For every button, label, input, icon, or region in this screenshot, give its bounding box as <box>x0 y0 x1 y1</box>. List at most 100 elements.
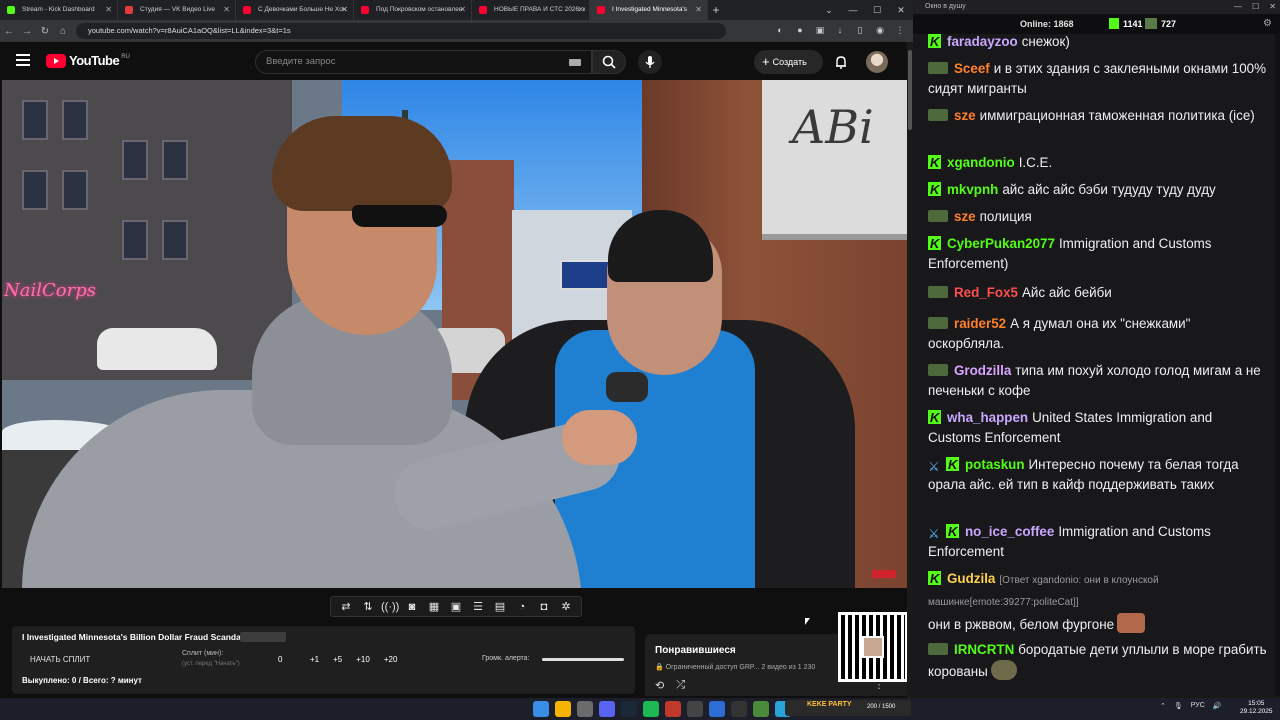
maximize-icon[interactable]: ☐ <box>865 0 889 20</box>
extension-icon[interactable]: ● <box>793 23 807 37</box>
broadcast-icon[interactable]: ((·)) <box>381 601 399 613</box>
chrome-icon[interactable] <box>555 701 571 717</box>
voice-search-button[interactable] <box>638 50 662 74</box>
add-20-button[interactable]: +20 <box>384 655 398 664</box>
speed-icon[interactable]: ◔ <box>513 601 531 613</box>
chat-username[interactable]: Gudzila <box>947 571 995 586</box>
download-icon[interactable]: ↓ <box>833 23 847 37</box>
forward-icon[interactable]: → <box>18 26 36 37</box>
tab-youtube-1[interactable]: С Девочками Больше Не Хоч ✕ <box>236 0 354 20</box>
sort-icon[interactable]: ⇅ <box>359 600 377 613</box>
tab-kick-dashboard[interactable]: Stream - Kick Dashboard ✕ <box>0 0 118 20</box>
reload-icon[interactable]: ↻ <box>36 26 54 37</box>
split-min-field[interactable]: 0 <box>278 655 282 664</box>
app-icon[interactable] <box>687 701 703 717</box>
microphone-icon[interactable]: 🎙 <box>1174 702 1183 710</box>
chat-username[interactable]: CyberPukan2077 <box>947 236 1055 251</box>
steam-icon[interactable] <box>621 701 637 717</box>
obs-icon[interactable] <box>577 701 593 717</box>
video-player[interactable]: NailCorps ABi <box>2 80 907 588</box>
playlist-owner[interactable]: Ограниченный доступ GRP... <box>666 664 760 671</box>
extension-icon[interactable]: ◐ <box>773 23 787 37</box>
tab-search-icon[interactable]: ⌄ <box>817 0 841 20</box>
new-tab-button[interactable]: + <box>708 3 724 17</box>
extension-icon[interactable]: ▣ <box>813 23 827 37</box>
settings-icon[interactable]: ✲ <box>557 600 575 613</box>
chat-scrollbar[interactable] <box>1275 34 1280 696</box>
tray-expand-icon[interactable]: ⌃ <box>1160 702 1166 710</box>
app-icon[interactable] <box>731 701 747 717</box>
chat-username[interactable]: sze <box>954 209 976 224</box>
menu-icon[interactable] <box>16 54 30 66</box>
close-tab-icon[interactable]: ✕ <box>577 0 584 20</box>
chat-username[interactable]: sze <box>954 108 976 123</box>
profile-icon[interactable]: ◉ <box>873 23 887 37</box>
chat-username[interactable]: raider52 <box>954 316 1006 331</box>
close-window-icon[interactable]: ✕ <box>1269 0 1276 14</box>
kekw-party-widget[interactable]: KEKE PARTY 200 / 1500 <box>785 700 911 716</box>
home-icon[interactable]: ⌂ <box>54 26 72 37</box>
add-10-button[interactable]: +10 <box>356 655 370 664</box>
close-tab-icon[interactable]: ✕ <box>695 0 702 20</box>
chat-username[interactable]: wha_happen <box>947 410 1028 425</box>
discord-icon[interactable] <box>599 701 615 717</box>
keyboard-icon[interactable] <box>569 59 581 66</box>
playlist-title[interactable]: Понравившиеся <box>655 645 736 656</box>
chat-username[interactable]: faradayzoo <box>947 34 1018 49</box>
minimize-icon[interactable]: — <box>1234 0 1242 14</box>
notifications-icon[interactable] <box>833 54 849 70</box>
url-field[interactable]: youtube.com/watch?v=r8AuiCA1aOQ&list=LL&… <box>76 23 726 39</box>
start-split-button[interactable]: НАЧАТЬ СПЛИТ <box>30 655 90 664</box>
tab-vk-studio[interactable]: Студия — VK Видео Live ✕ <box>118 0 236 20</box>
spotify-icon[interactable] <box>643 701 659 717</box>
clip-icon[interactable]: ▤ <box>491 600 509 613</box>
youtube-logo[interactable]: YouTube RU <box>46 53 130 68</box>
back-icon[interactable]: ← <box>0 26 18 37</box>
shuffle-icon[interactable]: ⤮ <box>676 679 685 692</box>
chat-username[interactable]: no_ice_coffee <box>965 524 1054 539</box>
close-tab-icon[interactable]: ✕ <box>223 0 230 20</box>
alert-volume-slider[interactable] <box>542 658 624 661</box>
pip-icon[interactable]: ▣ <box>447 600 465 613</box>
chat-username[interactable]: Sceef <box>954 61 990 76</box>
app-icon[interactable] <box>709 701 725 717</box>
create-button[interactable]: + Создать <box>754 50 823 74</box>
menu-icon[interactable]: ⋮ <box>893 23 907 37</box>
settings-icon[interactable]: ⚙ <box>1263 18 1272 29</box>
search-button[interactable] <box>592 50 626 74</box>
add-5-button[interactable]: +5 <box>333 655 342 664</box>
chat-username[interactable]: Red_Fox5 <box>954 285 1018 300</box>
search-input[interactable]: Введите запрос <box>255 50 592 74</box>
minimize-icon[interactable]: — <box>841 0 865 20</box>
close-window-icon[interactable]: ✕ <box>889 0 913 20</box>
calendar-icon[interactable]: ▦ <box>425 600 443 613</box>
maximize-icon[interactable]: ☐ <box>1252 0 1259 14</box>
close-tab-icon[interactable]: ✕ <box>459 0 466 20</box>
split-view-icon[interactable]: ▯ <box>853 23 867 37</box>
language-indicator[interactable]: РУС <box>1191 702 1205 710</box>
start-menu-icon[interactable] <box>533 701 549 717</box>
tab-youtube-2[interactable]: Под Покровском остановлен ✕ <box>354 0 472 20</box>
loop-icon[interactable]: ⟲ <box>655 679 664 692</box>
tab-label: НОВЫЕ ПРАВА И СТС 2026: к <box>494 6 586 13</box>
volume-icon[interactable]: 🔊 <box>1213 702 1222 710</box>
app-icon[interactable] <box>665 701 681 717</box>
tab-youtube-active[interactable]: I Investigated Minnesota's ✕ <box>590 0 708 20</box>
close-tab-icon[interactable]: ✕ <box>341 0 348 20</box>
app-icon[interactable] <box>753 701 769 717</box>
eye-screen-icon[interactable]: ◙ <box>403 601 421 613</box>
camera-icon[interactable]: ◘ <box>535 601 553 613</box>
chat-username[interactable]: mkvpnh <box>947 182 998 197</box>
list-icon[interactable]: ☰ <box>469 600 487 613</box>
repeat-icon[interactable]: ⇄ <box>337 600 355 613</box>
chat-username[interactable]: potaskun <box>965 457 1025 472</box>
close-tab-icon[interactable]: ✕ <box>105 0 112 20</box>
chat-username[interactable]: IRNCRTN <box>954 642 1014 657</box>
chat-username[interactable]: xgandonio <box>947 155 1015 170</box>
chat-username[interactable]: Grodzilla <box>954 363 1011 378</box>
avatar[interactable] <box>866 51 888 73</box>
clock[interactable]: 15:05 29.12.2025 <box>1240 700 1273 716</box>
scrollbar-thumb[interactable] <box>908 50 912 130</box>
tab-youtube-3[interactable]: НОВЫЕ ПРАВА И СТС 2026: к ✕ <box>472 0 590 20</box>
add-1-button[interactable]: +1 <box>310 655 319 664</box>
